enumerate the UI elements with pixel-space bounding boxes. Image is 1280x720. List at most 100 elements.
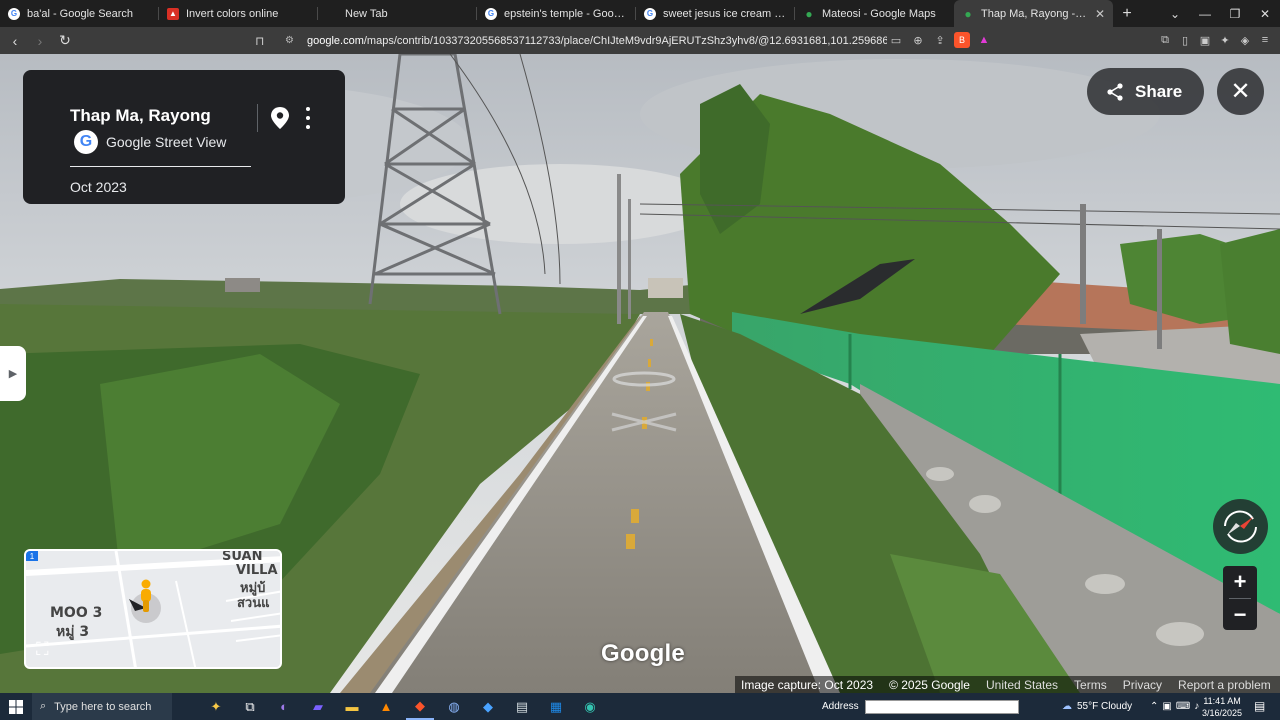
- google-icon: G: [485, 7, 497, 20]
- blank-icon: [326, 8, 338, 20]
- back-icon[interactable]: ‹: [5, 31, 25, 51]
- tab-title: sweet jesus ice cream - Google Sea: [663, 7, 787, 20]
- taskbar-search[interactable]: ⌕ Type here to search: [32, 693, 172, 720]
- compass-button[interactable]: [1213, 499, 1268, 554]
- tab-search-icon[interactable]: ⌄: [1160, 0, 1190, 27]
- close-icon: ✕: [1230, 78, 1251, 105]
- provider-label: Google Street View: [106, 134, 227, 150]
- country-link[interactable]: United States: [986, 678, 1058, 692]
- tab-title: New Tab: [345, 7, 388, 20]
- app-icon-vlc[interactable]: ▲: [372, 693, 400, 720]
- street-view-panorama[interactable]: Thap Ma, Rayong G Google Street View Oct…: [0, 54, 1280, 693]
- clock-date: 3/16/2025: [1202, 708, 1243, 718]
- address-input[interactable]: [864, 699, 1019, 714]
- weather-widget[interactable]: ☁ 55°F Cloudy: [1062, 693, 1132, 720]
- tab-3[interactable]: G epstein's temple - Google Search: [477, 0, 636, 27]
- chevron-up-icon[interactable]: ⌃: [1150, 701, 1158, 712]
- menu-icon[interactable]: ≡: [1258, 32, 1272, 48]
- close-window-icon[interactable]: ✕: [1250, 0, 1280, 27]
- app-icon-globe[interactable]: ◍: [440, 693, 468, 720]
- tab-1[interactable]: ▲ Invert colors online: [159, 0, 318, 27]
- start-button[interactable]: [0, 693, 32, 720]
- bookmark-icon[interactable]: ⊓: [255, 34, 273, 48]
- weather-text: 55°F Cloudy: [1077, 701, 1133, 712]
- invert-site-icon: ▲: [167, 7, 179, 20]
- forward-icon[interactable]: ›: [30, 31, 50, 51]
- minimize-icon[interactable]: —: [1190, 0, 1220, 27]
- map-label-thai-2: สวนแ: [237, 596, 270, 611]
- app-icon-blue[interactable]: ▦: [542, 693, 570, 720]
- map-label-moo: MOO 3: [50, 605, 103, 621]
- copilot-sparkle-icon[interactable]: ✦: [202, 693, 230, 720]
- cast-icon[interactable]: ▭: [888, 32, 904, 48]
- maps-icon: ●: [964, 6, 972, 21]
- app-icon-drive[interactable]: ▤: [508, 693, 536, 720]
- brave-shields-icon[interactable]: B: [954, 32, 970, 48]
- edge-icon[interactable]: ◉: [576, 693, 604, 720]
- tab-title: Thap Ma, Rayong - Google Ma: [981, 7, 1089, 20]
- tab-5[interactable]: ● Mateosi - Google Maps: [795, 0, 954, 27]
- vpn-icon[interactable]: ◈: [1238, 32, 1252, 48]
- more-options-icon[interactable]: [302, 107, 314, 129]
- close-tab-icon[interactable]: ✕: [1095, 7, 1105, 21]
- pinned-apps: ✦ ⧉ ◐ ▰ ▬ ▲ ◆ ◍ ◆ ▤ ▦ ◉: [202, 693, 604, 720]
- share-button[interactable]: Share: [1087, 68, 1204, 115]
- toolbar-extensions: ⧉ ▯ ▣ ✦ ◈ ≡: [1158, 32, 1272, 48]
- terms-link[interactable]: Terms: [1074, 678, 1107, 692]
- tray-app-icon[interactable]: ▣: [1162, 701, 1171, 712]
- windows-logo-icon: [9, 699, 23, 714]
- tab-0[interactable]: G ba'al - Google Search: [0, 0, 159, 27]
- expand-side-panel-button[interactable]: ▶: [0, 346, 26, 401]
- location-info-card: Thap Ma, Rayong G Google Street View Oct…: [23, 70, 345, 204]
- map-pin-icon[interactable]: [269, 106, 291, 130]
- leo-icon[interactable]: ✦: [1218, 32, 1232, 48]
- maps-icon: ●: [805, 6, 813, 21]
- zoom-in-button[interactable]: +: [1223, 566, 1257, 598]
- extensions-icon[interactable]: ⧉: [1158, 32, 1172, 48]
- site-info-icon[interactable]: ⚙: [285, 35, 299, 46]
- app-icon-purple[interactable]: ▰: [304, 693, 332, 720]
- report-problem-link[interactable]: Report a problem: [1178, 678, 1271, 692]
- zoom-out-button[interactable]: −: [1223, 599, 1257, 631]
- brave-browser-icon[interactable]: ◆: [406, 693, 434, 720]
- wallet-icon[interactable]: ▣: [1198, 32, 1212, 48]
- volume-icon[interactable]: ♪: [1194, 701, 1199, 712]
- card-vertical-divider: [257, 104, 258, 132]
- reload-icon[interactable]: ↻: [55, 31, 75, 51]
- clock-time: 11:41 AM: [1203, 696, 1241, 706]
- close-street-view-button[interactable]: ✕: [1217, 68, 1264, 115]
- tab-title: Mateosi - Google Maps: [822, 7, 936, 20]
- capture-date[interactable]: Oct 2023: [70, 179, 127, 195]
- zoom-icon[interactable]: ⊕: [910, 32, 926, 48]
- sidebar-icon[interactable]: ▯: [1178, 32, 1192, 48]
- app-icon-bluebird[interactable]: ◆: [474, 693, 502, 720]
- expand-map-icon[interactable]: ⛶: [36, 639, 56, 659]
- tab-title: epstein's temple - Google Search: [504, 7, 628, 20]
- mini-map[interactable]: 1 MOO 3 หมู่ 3 SUAN VILLA หมู่บ้ สวนแ ⛶: [24, 549, 282, 669]
- address-toolbar: Address: [822, 693, 1019, 720]
- url-text[interactable]: google.com/maps/contrib/1033732055685371…: [307, 35, 887, 47]
- notification-icon[interactable]: ▤: [1254, 699, 1265, 713]
- pegman-icon[interactable]: [139, 579, 153, 613]
- url-host: google.com: [307, 34, 364, 47]
- new-tab-button[interactable]: +: [1113, 0, 1141, 27]
- tab-6-active[interactable]: ● Thap Ma, Rayong - Google Ma ✕: [954, 0, 1113, 27]
- share-page-icon[interactable]: ⇪: [932, 32, 948, 48]
- share-icon: [1107, 82, 1123, 101]
- copilot-icon[interactable]: ◐: [270, 693, 298, 720]
- address-label: Address: [822, 701, 859, 712]
- cloud-icon: ☁: [1062, 701, 1072, 712]
- address-bar-actions: ▭ ⊕ ⇪ B ▲: [888, 32, 992, 48]
- maximize-icon[interactable]: ❐: [1220, 0, 1250, 27]
- brave-rewards-icon[interactable]: ▲: [976, 32, 992, 48]
- privacy-link[interactable]: Privacy: [1123, 678, 1162, 692]
- system-clock[interactable]: 11:41 AM 3/16/2025: [1202, 695, 1242, 719]
- google-icon: G: [8, 7, 20, 20]
- tab-4[interactable]: G sweet jesus ice cream - Google Sea: [636, 0, 795, 27]
- window-controls: ⌄ — ❐ ✕: [1160, 0, 1280, 27]
- file-explorer-icon[interactable]: ▬: [338, 693, 366, 720]
- search-icon: ⌕: [40, 700, 47, 712]
- tab-2[interactable]: New Tab: [318, 0, 477, 27]
- task-view-icon[interactable]: ⧉: [236, 693, 264, 720]
- keyboard-icon[interactable]: ⌨: [1176, 701, 1190, 712]
